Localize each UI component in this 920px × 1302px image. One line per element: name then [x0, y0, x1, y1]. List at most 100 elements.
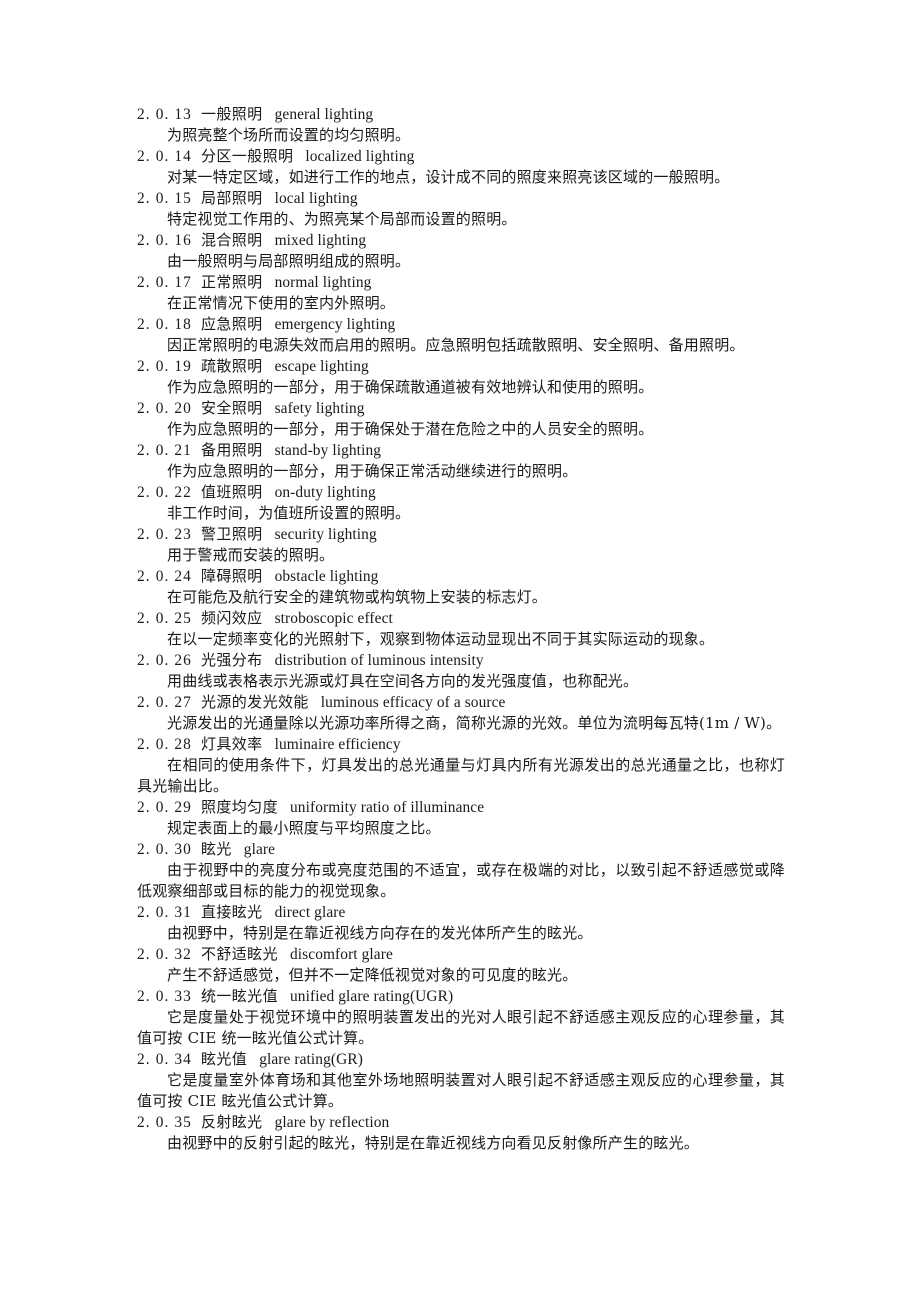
entry-definition: 产生不舒适感觉，但并不一定降低视觉对象的可见度的眩光。 [167, 966, 578, 984]
entry-definition: 在相同的使用条件下，灯具发出的总光通量与灯具内所有光源发出的总光通量之比，也称灯… [137, 756, 785, 795]
entry-term-chinese: 备用照明 [200, 441, 263, 459]
entry-number: 2. 0. 19 [137, 358, 192, 375]
entry-number: 2. 0. 28 [137, 736, 192, 753]
entry-definition: 作为应急照明的一部分，用于确保处于潜在危险之中的人员安全的照明。 [167, 420, 654, 438]
entry-number: 2. 0. 31 [137, 904, 192, 921]
glossary-entry-list: 2. 0. 13 一般照明 general lighting 为照亮整个场所而设置的均… [137, 104, 785, 1154]
document-page: 2. 0. 13 一般照明 general lighting 为照亮整个场所而设置的均… [0, 0, 920, 1302]
glossary-entry: 2. 0. 24 障碍照明 obstacle lighting 在可能危及航行安全的建… [137, 566, 785, 608]
entry-term-english: distribution of luminous intensity [274, 652, 484, 669]
entry-heading: 2. 0. 18 应急照明 emergency lighting [137, 314, 785, 335]
entry-term-english: unified glare rating(UGR) [290, 988, 454, 1005]
glossary-entry: 2. 0. 30 眩光 glare 由于视野中的亮度分布或亮度范围的不适宜，或存在极端… [137, 839, 785, 902]
entry-definition: 作为应急照明的一部分，用于确保正常活动继续进行的照明。 [167, 462, 578, 480]
entry-definition: 因正常照明的电源失效而启用的照明。应急照明包括疏散照明、安全照明、备用照明。 [167, 336, 745, 354]
entry-heading: 2. 0. 33 统一眩光值 unified glare rating(UGR) [137, 986, 785, 1007]
entry-term-chinese: 局部照明 [200, 189, 263, 207]
entry-heading: 2. 0. 25 频闪效应 stroboscopic effect [137, 608, 785, 629]
entry-term-english: on-duty lighting [274, 484, 376, 501]
entry-heading: 2. 0. 16 混合照明 mixed lighting [137, 230, 785, 251]
entry-term-chinese: 统一眩光值 [200, 987, 278, 1005]
entry-term-english: local lighting [274, 190, 358, 207]
entry-term-chinese: 灯具效率 [200, 735, 263, 753]
entry-number: 2. 0. 16 [137, 232, 192, 249]
entry-term-chinese: 眩光值 [200, 1050, 248, 1068]
entry-definition: 对某一特定区域，如进行工作的地点，设计成不同的照度来照亮该区域的一般照明。 [167, 168, 730, 186]
glossary-entry: 2. 0. 18 应急照明 emergency lighting 因正常照明的电源失效… [137, 314, 785, 356]
entry-definition: 作为应急照明的一部分，用于确保疏散通道被有效地辨认和使用的照明。 [167, 378, 654, 396]
glossary-entry: 2. 0. 31 直接眩光 direct glare 由视野中，特别是在靠近视线方向存… [137, 902, 785, 944]
entry-term-chinese: 频闪效应 [200, 609, 263, 627]
entry-heading: 2. 0. 32 不舒适眩光 discomfort glare [137, 944, 785, 965]
glossary-entry: 2. 0. 33 统一眩光值 unified glare rating(UGR) 它是… [137, 986, 785, 1049]
entry-term-chinese: 值班照明 [200, 483, 263, 501]
entry-heading: 2. 0. 14 分区一般照明 localized lighting [137, 146, 785, 167]
entry-term-english: stand-by lighting [274, 442, 382, 459]
entry-heading: 2. 0. 26 光强分布 distribution of luminous int… [137, 650, 785, 671]
entry-term-english: normal lighting [274, 274, 372, 291]
entry-definition: 为照亮整个场所而设置的均匀照明。 [167, 126, 411, 144]
entry-term-english: stroboscopic effect [274, 610, 393, 627]
entry-definition: 用曲线或表格表示光源或灯具在空间各方向的发光强度值，也称配光。 [167, 672, 639, 690]
glossary-entry: 2. 0. 34 眩光值 glare rating(GR) 它是度量室外体育场和其他室… [137, 1049, 785, 1112]
entry-number: 2. 0. 35 [137, 1114, 192, 1131]
entry-heading: 2. 0. 35 反射眩光 glare by reflection [137, 1112, 785, 1133]
entry-heading: 2. 0. 23 警卫照明 security lighting [137, 524, 785, 545]
entry-term-english: discomfort glare [290, 946, 393, 963]
entry-term-chinese: 混合照明 [200, 231, 263, 249]
entry-definition: 它是度量处于视觉环境中的照明装置发出的光对人眼引起不舒适感主观反应的心理参量，其… [137, 1008, 785, 1047]
entry-term-chinese: 反射眩光 [200, 1113, 263, 1131]
glossary-entry: 2. 0. 20 安全照明 safety lighting 作为应急照明的一部分，用于… [137, 398, 785, 440]
entry-definition: 特定视觉工作用的、为照亮某个局部而设置的照明。 [167, 210, 517, 228]
glossary-entry: 2. 0. 26 光强分布 distribution of luminous int… [137, 650, 785, 692]
entry-term-english: obstacle lighting [274, 568, 379, 585]
entry-heading: 2. 0. 31 直接眩光 direct glare [137, 902, 785, 923]
entry-number: 2. 0. 14 [137, 148, 192, 165]
glossary-entry: 2. 0. 21 备用照明 stand-by lighting 作为应急照明的一部分，… [137, 440, 785, 482]
entry-heading: 2. 0. 20 安全照明 safety lighting [137, 398, 785, 419]
entry-heading: 2. 0. 27 光源的发光效能 luminous efficacy of a so… [137, 692, 785, 713]
entry-term-english: emergency lighting [274, 316, 396, 333]
entry-number: 2. 0. 32 [137, 946, 192, 963]
entry-term-english: security lighting [274, 526, 377, 543]
entry-term-chinese: 疏散照明 [200, 357, 263, 375]
entry-term-english: glare by reflection [274, 1114, 390, 1131]
entry-definition: 在正常情况下使用的室内外照明。 [167, 294, 396, 312]
entry-term-chinese: 直接眩光 [200, 903, 263, 921]
entry-term-chinese: 光强分布 [200, 651, 263, 669]
entry-heading: 2. 0. 21 备用照明 stand-by lighting [137, 440, 785, 461]
glossary-entry: 2. 0. 14 分区一般照明 localized lighting 对某一特定区域，… [137, 146, 785, 188]
entry-number: 2. 0. 27 [137, 694, 192, 711]
glossary-entry: 2. 0. 13 一般照明 general lighting 为照亮整个场所而设置的均… [137, 104, 785, 146]
entry-number: 2. 0. 17 [137, 274, 192, 291]
glossary-entry: 2. 0. 23 警卫照明 security lighting 用于警戒而安装的照明。 [137, 524, 785, 566]
entry-heading: 2. 0. 29 照度均匀度 uniformity ratio of illumin… [137, 797, 785, 818]
glossary-entry: 2. 0. 16 混合照明 mixed lighting 由一般照明与局部照明组成的照… [137, 230, 785, 272]
entry-term-chinese: 不舒适眩光 [200, 945, 278, 963]
entry-term-english: direct glare [274, 904, 346, 921]
entry-heading: 2. 0. 15 局部照明 local lighting [137, 188, 785, 209]
entry-term-chinese: 分区一般照明 [200, 147, 294, 165]
entry-definition: 在以一定频率变化的光照射下，观察到物体运动显现出不同于其实际运动的现象。 [167, 630, 715, 648]
entry-term-english: glare [243, 841, 276, 858]
entry-term-chinese: 应急照明 [200, 315, 263, 333]
entry-definition: 在可能危及航行安全的建筑物或构筑物上安装的标志灯。 [167, 588, 548, 606]
entry-number: 2. 0. 22 [137, 484, 192, 501]
entry-number: 2. 0. 33 [137, 988, 192, 1005]
entry-term-english: mixed lighting [274, 232, 367, 249]
entry-number: 2. 0. 29 [137, 799, 192, 816]
glossary-entry: 2. 0. 27 光源的发光效能 luminous efficacy of a so… [137, 692, 785, 734]
glossary-entry: 2. 0. 17 正常照明 normal lighting 在正常情况下使用的室内外照… [137, 272, 785, 314]
glossary-entry: 2. 0. 28 灯具效率 luminaire efficiency 在相同的使用条件… [137, 734, 785, 797]
entry-heading: 2. 0. 19 疏散照明 escape lighting [137, 356, 785, 377]
entry-definition: 由于视野中的亮度分布或亮度范围的不适宜，或存在极端的对比，以致引起不舒适感觉或降… [137, 861, 785, 900]
entry-term-english: escape lighting [274, 358, 369, 375]
entry-number: 2. 0. 20 [137, 400, 192, 417]
entry-definition: 由一般照明与局部照明组成的照明。 [167, 252, 411, 270]
entry-term-english: luminous efficacy of a source [320, 694, 506, 711]
entry-number: 2. 0. 30 [137, 841, 192, 858]
entry-term-chinese: 警卫照明 [200, 525, 263, 543]
entry-heading: 2. 0. 30 眩光 glare [137, 839, 785, 860]
entry-definition: 非工作时间，为值班所设置的照明。 [167, 504, 411, 522]
entry-heading: 2. 0. 28 灯具效率 luminaire efficiency [137, 734, 785, 755]
